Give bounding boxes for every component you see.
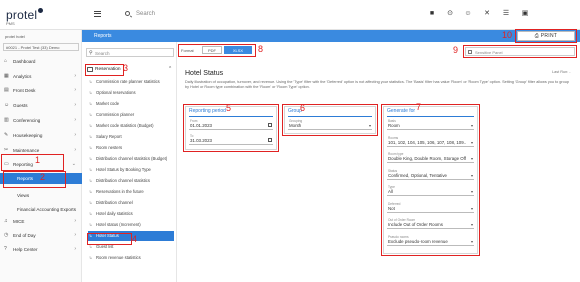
last-run-text: Last Run: - — [552, 70, 571, 74]
reports-search-placeholder: Search — [95, 51, 110, 56]
calendar-icon[interactable]: ▣ — [521, 10, 529, 18]
sidebar-item-dashboard[interactable]: ⌂ Dashboard — [0, 56, 82, 67]
report-list-item[interactable]: Room revenue statistics — [88, 253, 174, 263]
app-logo-subtitle: PMS — [6, 21, 15, 26]
annotation-number-5: 5 — [226, 103, 232, 113]
broom-icon: ✎ — [4, 132, 9, 138]
page-title: Reports — [94, 33, 112, 39]
report-list-item[interactable]: Salary Report — [88, 132, 174, 142]
sidebar-subitem-financial-exports[interactable]: Financial Accounting Exports — [0, 204, 82, 215]
tools-icon[interactable]: ✕ — [483, 10, 491, 18]
report-list-item[interactable]: Distribution channel — [88, 198, 174, 208]
home-icon: ⌂ — [4, 58, 8, 64]
annotation-box-9 — [463, 45, 577, 58]
chart-icon: ▦ — [4, 73, 9, 79]
sidebar-item-label: End of Day — [13, 233, 36, 238]
annotation-box-10 — [515, 29, 577, 43]
annotation-number-4: 4 — [132, 234, 138, 244]
search-icon — [125, 11, 130, 16]
report-list-item[interactable]: Commission planner — [88, 110, 174, 120]
sidebar-item-help-center[interactable]: ? Help Center › — [0, 244, 82, 255]
sidebar-item-label: Analytics — [13, 74, 32, 79]
chevron-down-icon: ⌄ — [71, 161, 76, 167]
sidebar-item-end-of-day[interactable]: ◷ End of Day › — [0, 230, 82, 241]
chevron-right-icon: › — [74, 132, 76, 138]
sidebar-item-guests[interactable]: ☺ Guests › — [0, 100, 82, 111]
app-logo[interactable]: protel — [6, 8, 37, 22]
annotation-number-9: 9 — [453, 45, 459, 55]
chevron-right-icon: › — [74, 102, 76, 108]
sidebar-item-label: MICE — [13, 219, 25, 224]
sidebar-item-label: Guests — [13, 103, 28, 108]
sidebar-item-label: Front Desk — [13, 88, 36, 93]
report-title: Hotel Status — [185, 70, 224, 77]
search-icon: ⚲ — [89, 50, 93, 56]
sidebar-item-label: Help Center — [13, 247, 38, 252]
menu-toggle-icon[interactable] — [94, 11, 101, 17]
sidebar-item-analytics[interactable]: ▦ Analytics › — [0, 71, 82, 82]
report-list-item[interactable]: Market code — [88, 99, 174, 109]
cash-icon[interactable]: ■ — [428, 10, 436, 18]
sidebar-item-conferencing[interactable]: ▥ Conferencing › — [0, 115, 82, 126]
sidebar-subitem-views[interactable]: Views — [0, 190, 82, 201]
annotation-number-2: 2 — [40, 172, 46, 182]
reports-search-input[interactable]: ⚲ Search — [86, 48, 174, 57]
report-list-item[interactable]: Distribution channel statistics — [88, 176, 174, 186]
annotation-box-3 — [85, 64, 124, 76]
chevron-right-icon: › — [74, 218, 76, 224]
annotation-box-7 — [381, 104, 480, 256]
report-list-item[interactable]: Commission rate planner statistics — [88, 77, 174, 87]
sidebar-item-label: Conferencing — [13, 118, 41, 123]
sidebar-header: protel hotel — [5, 34, 25, 39]
chevron-right-icon: › — [74, 87, 76, 93]
clock-icon: ◷ — [4, 232, 9, 238]
logo-mark-icon — [38, 8, 43, 13]
user-icon[interactable]: ☺ — [464, 10, 472, 18]
annotation-number-10: 10 — [502, 30, 513, 40]
annotation-box-2 — [3, 171, 66, 188]
annotation-number-1: 1 — [35, 155, 41, 165]
help-icon: ? — [4, 246, 7, 252]
guests-icon: ☺ — [4, 102, 10, 108]
sidebar-item-mice[interactable]: ♫ MICE › — [0, 216, 82, 227]
annotation-box-1 — [1, 154, 64, 171]
annotation-number-7: 7 — [416, 102, 422, 112]
chevron-right-icon: › — [74, 147, 76, 153]
sidebar-item-front-desk[interactable]: ▤ Front Desk › — [0, 85, 82, 96]
annotation-box-6 — [282, 104, 378, 136]
chevron-right-icon: › — [74, 232, 76, 238]
report-list-item[interactable]: Reservations in the future — [88, 187, 174, 197]
property-selector[interactable]: #0021 - Protel Test (33) Demo — [3, 43, 79, 51]
conference-icon: ▥ — [4, 117, 9, 123]
global-search-input[interactable]: Search — [136, 11, 155, 17]
reports-panel: ⚲ Search Reservation ⌃ Commission rate p… — [82, 42, 177, 282]
annotation-box-8 — [178, 44, 256, 57]
sidebar-item-label: Maintenance — [13, 148, 40, 153]
annotation-number-6: 6 — [300, 103, 306, 113]
chevron-right-icon: › — [74, 73, 76, 79]
report-list-item[interactable]: Hotel daily statistics — [88, 209, 174, 219]
sidebar-item-label: Housekeeping — [13, 133, 43, 138]
mice-icon: ♫ — [4, 218, 8, 224]
report-description: Daily illustration of occupation, turnov… — [185, 80, 569, 89]
report-list-item[interactable]: Hotel Status by Booking Type — [88, 165, 174, 175]
sidebar-item-housekeeping[interactable]: ✎ Housekeeping › — [0, 130, 82, 141]
report-list-item[interactable]: Hotel status (Increment) — [88, 220, 174, 230]
chevron-up-icon[interactable]: ⌃ — [168, 67, 172, 72]
chevron-right-icon: › — [74, 117, 76, 123]
desk-icon: ▤ — [4, 87, 9, 93]
annotation-number-8: 8 — [258, 44, 264, 54]
report-list-item[interactable]: Room nesters — [88, 143, 174, 153]
report-list-item[interactable]: Distribution channel statistics (Budget) — [88, 154, 174, 164]
sidebar-item-label: Dashboard — [13, 59, 36, 64]
annotation-box-4 — [87, 233, 132, 245]
chevron-right-icon: › — [74, 246, 76, 252]
list-icon[interactable]: ☰ — [502, 10, 510, 18]
report-list-item[interactable]: Market code statistics (Budget) — [88, 121, 174, 131]
annotation-number-3: 3 — [123, 63, 129, 73]
target-icon[interactable]: ⊙ — [446, 10, 454, 18]
top-bar: protel PMS Search ■ ⊙ ☺ ✕ ☰ ▣ — [0, 0, 580, 30]
report-list-item[interactable]: Optional reservations — [88, 88, 174, 98]
